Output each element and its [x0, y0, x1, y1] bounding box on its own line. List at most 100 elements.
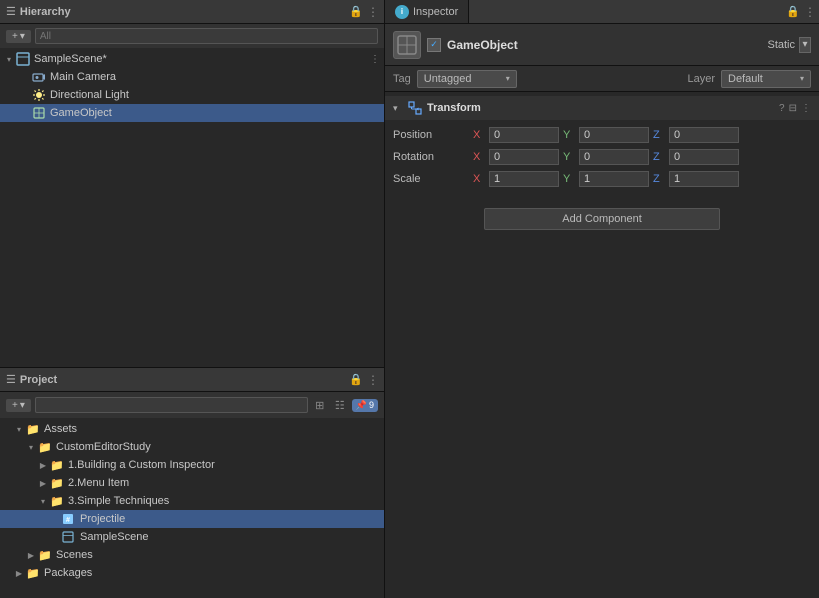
hierarchy-toolbar: + ▾: [0, 24, 384, 48]
scale-z-field[interactable]: 1: [669, 171, 739, 187]
project-item-building[interactable]: ▶ 📁 1.Building a Custom Inspector: [0, 456, 384, 474]
add-component-button[interactable]: Add Component: [484, 208, 720, 230]
tag-dropdown[interactable]: Untagged ▾: [417, 70, 517, 88]
inspector-tab[interactable]: i Inspector: [385, 0, 469, 23]
position-y-field[interactable]: 0: [579, 127, 649, 143]
expand-arrow-light: [20, 90, 30, 100]
inspector-tab-icon: i: [395, 5, 409, 19]
project-header: ☰ Project 🔒 ⋮: [0, 368, 384, 392]
project-grid-icon[interactable]: ☷: [332, 397, 348, 413]
gameobject-hierarchy-label: GameObject: [50, 107, 112, 119]
rotation-y-item: Y 0: [563, 149, 649, 165]
project-menu-icon[interactable]: ⋮: [367, 373, 378, 387]
hierarchy-add-button[interactable]: + ▾: [6, 30, 31, 43]
project-item-projectile[interactable]: # Projectile: [0, 510, 384, 528]
hierarchy-menu-icon[interactable]: ⋮: [367, 5, 378, 19]
tree-item-samplescene[interactable]: ▾ SampleScene* ⋮: [0, 50, 384, 68]
position-row: Position X 0 Y 0 Z 0: [385, 124, 819, 146]
rotation-xyz: X 0 Y 0 Z 0: [473, 149, 811, 165]
project-item-simple[interactable]: ▾ 📁 3.Simple Techniques: [0, 492, 384, 510]
expand-arrow-scene: ▾: [4, 54, 14, 64]
project-item-scenes[interactable]: ▶ 📁 Scenes: [0, 546, 384, 564]
tree-item-gameobject[interactable]: GameObject: [0, 104, 384, 122]
project-filter-icon[interactable]: ⊞: [312, 397, 328, 413]
transform-menu-icon[interactable]: ⋮: [801, 103, 811, 114]
position-z-field[interactable]: 0: [669, 127, 739, 143]
project-item-samplescene-file[interactable]: SampleScene: [0, 528, 384, 546]
transform-help-icon[interactable]: ?: [779, 103, 785, 114]
project-lock-icon[interactable]: 🔒: [349, 373, 363, 386]
project-item-assets[interactable]: ▾ 📁 Assets: [0, 420, 384, 438]
hierarchy-search-input[interactable]: [35, 28, 378, 44]
simple-expand: ▾: [38, 497, 48, 506]
badge-pin-icon: 📌: [356, 400, 367, 411]
gameobject-hierarchy-icon: [32, 106, 46, 120]
customeditorstudy-label: CustomEditorStudy: [56, 441, 151, 453]
simple-label: 3.Simple Techniques: [68, 495, 169, 507]
scale-x-field[interactable]: 1: [489, 171, 559, 187]
position-x-field[interactable]: 0: [489, 127, 559, 143]
project-title: Project: [20, 374, 345, 386]
transform-expand-icon: ▾: [393, 103, 403, 114]
rotation-y-field[interactable]: 0: [579, 149, 649, 165]
assets-label: Assets: [44, 423, 77, 435]
assets-expand: ▾: [14, 425, 24, 434]
scale-y-field[interactable]: 1: [579, 171, 649, 187]
hierarchy-header-icons: 🔒 ⋮: [349, 5, 378, 19]
menu-folder-icon: 📁: [50, 476, 64, 490]
rotation-y-axis: Y: [563, 151, 575, 163]
gameobject-active-checkbox[interactable]: ✓: [427, 38, 441, 52]
scenes-expand: ▶: [26, 551, 36, 560]
rotation-row: Rotation X 0 Y 0 Z 0: [385, 146, 819, 168]
tag-label: Tag: [393, 73, 411, 85]
rotation-label: Rotation: [393, 151, 473, 163]
transform-component-header[interactable]: ▾ Transform ? ⊟ ⋮: [385, 96, 819, 120]
hierarchy-content: ▾ SampleScene* ⋮: [0, 48, 384, 367]
project-item-menu[interactable]: ▶ 📁 2.Menu Item: [0, 474, 384, 492]
assets-folder-icon: 📁: [26, 422, 40, 436]
rotation-z-field[interactable]: 0: [669, 149, 739, 165]
hierarchy-panel: ☰ Hierarchy 🔒 ⋮ + ▾ ▾: [0, 0, 384, 368]
transform-component: ▾ Transform ? ⊟ ⋮: [385, 96, 819, 194]
transform-component-icon: [407, 100, 423, 116]
packages-folder-icon: 📁: [26, 566, 40, 580]
static-label: Static: [767, 39, 795, 51]
transform-fields: Position X 0 Y 0 Z 0: [385, 120, 819, 194]
inspector-header: ✓ GameObject Static ▾: [385, 24, 819, 66]
scenes-label: Scenes: [56, 549, 93, 561]
tree-item-directionallight[interactable]: Directional Light: [0, 86, 384, 104]
project-search-input[interactable]: [35, 397, 308, 413]
tree-item-maincamera[interactable]: Main Camera: [0, 68, 384, 86]
camera-icon: [32, 70, 46, 84]
expand-arrow-camera: [20, 72, 30, 82]
rotation-x-axis: X: [473, 151, 485, 163]
inspector-menu-icon[interactable]: ⋮: [804, 5, 815, 19]
hierarchy-lock-icon[interactable]: 🔒: [349, 5, 363, 18]
inspector-lock-icon[interactable]: 🔒: [786, 5, 800, 18]
project-item-packages[interactable]: ▶ 📁 Packages: [0, 564, 384, 582]
inspector-tab-label: Inspector: [413, 6, 458, 18]
building-label: 1.Building a Custom Inspector: [68, 459, 215, 471]
projectile-file-icon: #: [62, 512, 76, 526]
scale-y-axis: Y: [563, 173, 575, 185]
project-header-icons: 🔒 ⋮: [349, 373, 378, 387]
project-add-arrow: ▾: [20, 400, 25, 411]
project-badge: 📌 9: [352, 399, 378, 412]
position-y-axis: Y: [563, 129, 575, 141]
badge-count: 9: [369, 400, 374, 410]
transform-settings-icon[interactable]: ⊟: [789, 103, 797, 114]
rotation-z-item: Z 0: [653, 149, 739, 165]
transform-actions: ? ⊟ ⋮: [779, 103, 811, 114]
scale-xyz: X 1 Y 1 Z 1: [473, 171, 811, 187]
tag-value: Untagged: [424, 73, 472, 85]
rotation-x-field[interactable]: 0: [489, 149, 559, 165]
scenes-folder-icon: 📁: [38, 548, 52, 562]
scale-z-item: Z 1: [653, 171, 739, 187]
inspector-panel: i Inspector 🔒 ⋮ ✓ GameObject Static ▾: [385, 0, 819, 598]
scene-context-btn[interactable]: ⋮: [370, 54, 380, 65]
position-label: Position: [393, 129, 473, 141]
layer-dropdown[interactable]: Default ▾: [721, 70, 811, 88]
static-dropdown[interactable]: ▾: [799, 37, 811, 53]
project-add-button[interactable]: + ▾: [6, 399, 31, 412]
project-item-customeditorstudy[interactable]: ▾ 📁 CustomEditorStudy: [0, 438, 384, 456]
